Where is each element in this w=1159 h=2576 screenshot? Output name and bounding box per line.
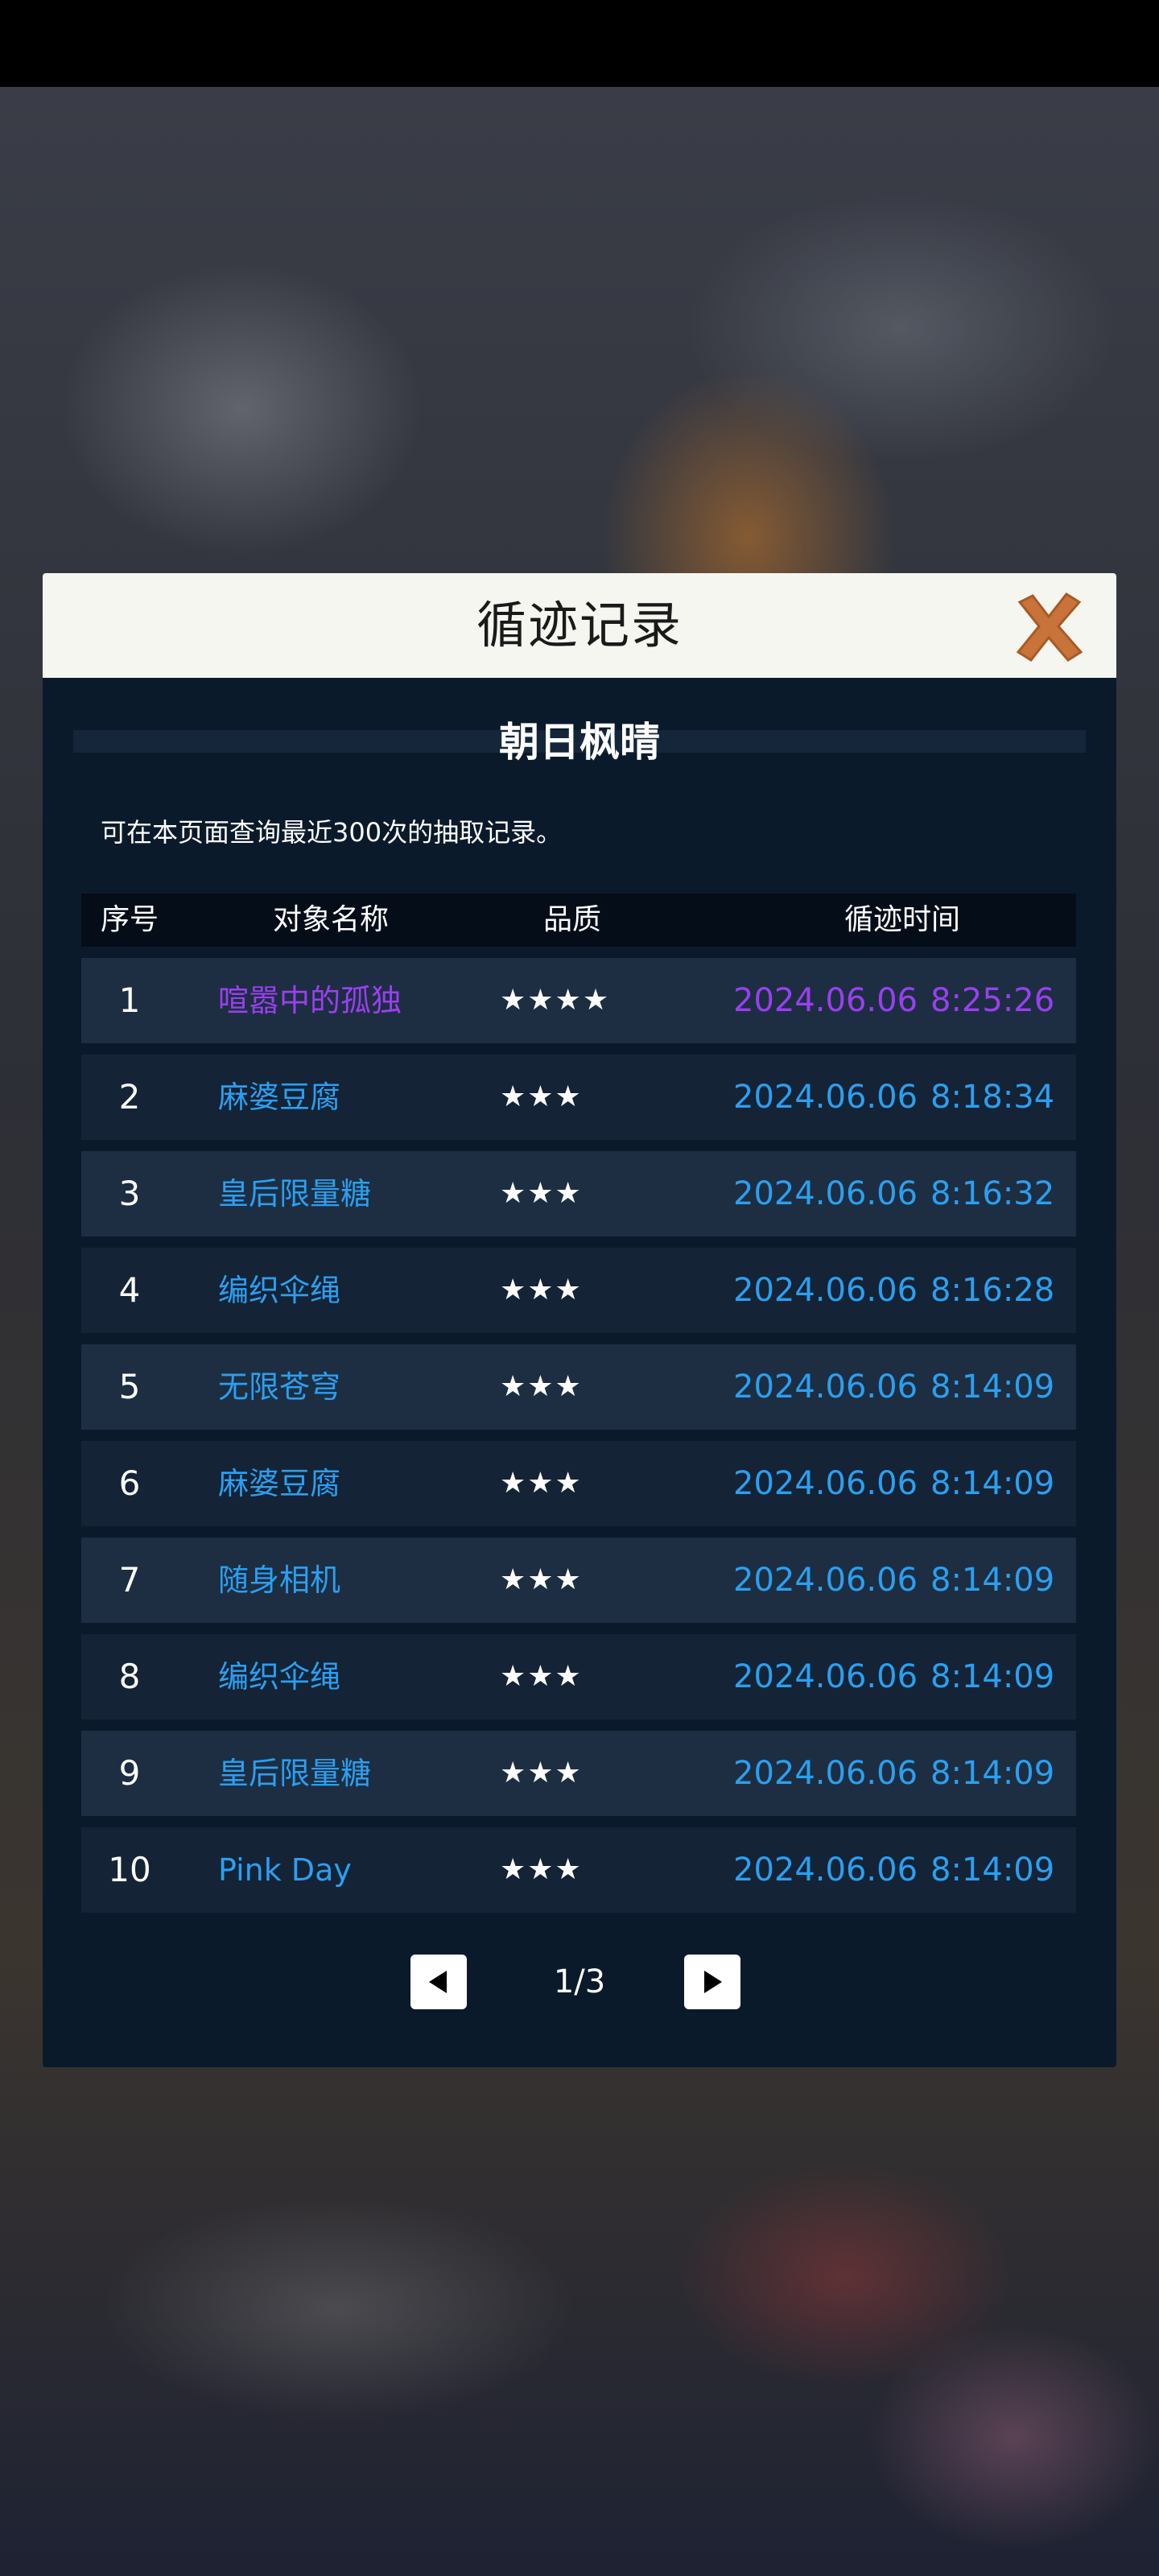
triangle-right-icon xyxy=(704,1971,722,1993)
page-indicator: 1/3 xyxy=(553,1963,606,2000)
next-page-button[interactable] xyxy=(684,1955,740,2009)
row-index: 4 xyxy=(118,1270,141,1310)
row-index: 1 xyxy=(118,980,141,1020)
quality-stars: ★★★ xyxy=(500,1660,583,1693)
draw-date: 2024.06.06 xyxy=(733,1755,918,1792)
draw-time: 8:14:09 xyxy=(930,1465,1055,1502)
draw-date: 2024.06.06 xyxy=(733,1658,918,1695)
item-name: Pink Day xyxy=(218,1852,352,1888)
quality-stars: ★★★ xyxy=(500,1080,583,1113)
quality-stars: ★★★ xyxy=(500,1757,583,1790)
draw-time: 8:18:34 xyxy=(930,1079,1055,1116)
table-header: 序号 对象名称 品质 循迹时间 xyxy=(81,894,1076,947)
history-notice: 可在本页面查询最近300次的抽取记录。 xyxy=(101,817,563,848)
draw-time: 8:14:09 xyxy=(930,1755,1055,1792)
quality-stars: ★★★ xyxy=(500,1370,583,1403)
draw-history-dialog: 循迹记录 朝日枫晴 可在本页面查询最近300次的抽取记录。 序号 对象名称 品质… xyxy=(43,573,1116,2067)
draw-time: 8:14:09 xyxy=(930,1658,1055,1695)
draw-time: 8:14:09 xyxy=(930,1852,1055,1889)
draw-date: 2024.06.06 xyxy=(733,1465,918,1502)
header-index: 序号 xyxy=(100,903,159,936)
header-quality: 品质 xyxy=(542,903,601,936)
character-name: 朝日枫晴 xyxy=(499,719,660,766)
item-name: 无限苍穹 xyxy=(218,1369,341,1405)
draw-date: 2024.06.06 xyxy=(733,1852,918,1889)
draw-time: 8:16:28 xyxy=(930,1272,1055,1309)
draw-date: 2024.06.06 xyxy=(733,1368,918,1406)
quality-stars: ★★★ xyxy=(500,1467,583,1500)
draw-date: 2024.06.06 xyxy=(733,1175,918,1212)
row-index: 8 xyxy=(118,1657,141,1696)
status-bar xyxy=(0,0,1159,87)
draw-date: 2024.06.06 xyxy=(733,982,918,1019)
table-row: 8 编织伞绳 ★★★ 2024.06.06 8:14:09 xyxy=(81,1634,1076,1719)
table-row: 5 无限苍穹 ★★★ 2024.06.06 8:14:09 xyxy=(81,1344,1076,1430)
table-row: 3 皇后限量糖 ★★★ 2024.06.06 8:16:32 xyxy=(81,1151,1076,1236)
dialog-title: 循迹记录 xyxy=(476,596,683,654)
quality-stars: ★★★ xyxy=(500,1563,583,1596)
item-name: 皇后限量糖 xyxy=(218,1176,372,1212)
row-index: 6 xyxy=(118,1463,141,1503)
item-name: 编织伞绳 xyxy=(218,1273,341,1308)
draw-date: 2024.06.06 xyxy=(733,1562,918,1599)
item-name: 随身相机 xyxy=(218,1563,341,1598)
draw-date: 2024.06.06 xyxy=(733,1079,918,1116)
draw-time: 8:14:09 xyxy=(930,1368,1055,1406)
table-row: 6 麻婆豆腐 ★★★ 2024.06.06 8:14:09 xyxy=(81,1441,1076,1526)
quality-stars: ★★★ xyxy=(500,1274,583,1307)
row-index: 2 xyxy=(118,1077,141,1117)
draw-time: 8:14:09 xyxy=(930,1562,1055,1599)
item-name: 麻婆豆腐 xyxy=(218,1466,341,1501)
row-index: 10 xyxy=(108,1850,151,1889)
item-name: 喧嚣中的孤独 xyxy=(218,983,402,1018)
draw-time: 8:16:32 xyxy=(930,1175,1055,1212)
header-name: 对象名称 xyxy=(272,903,389,936)
prev-page-button[interactable] xyxy=(410,1955,467,2009)
table-row: 1 喧嚣中的孤独 ★★★★ 2024.06.06 8:25:26 xyxy=(81,958,1076,1043)
triangle-left-icon xyxy=(429,1971,447,1993)
item-name: 麻婆豆腐 xyxy=(218,1080,341,1115)
header-time: 循迹时间 xyxy=(843,903,960,936)
item-name: 编织伞绳 xyxy=(218,1659,341,1695)
table-row: 9 皇后限量糖 ★★★ 2024.06.06 8:14:09 xyxy=(81,1731,1076,1816)
row-index: 3 xyxy=(118,1174,141,1213)
item-name: 皇后限量糖 xyxy=(218,1756,372,1791)
close-icon xyxy=(1016,592,1083,662)
table-row: 10 Pink Day ★★★ 2024.06.06 8:14:09 xyxy=(81,1827,1076,1913)
row-index: 5 xyxy=(118,1367,141,1406)
draw-date: 2024.06.06 xyxy=(733,1272,918,1309)
row-index: 9 xyxy=(118,1753,141,1793)
table-row: 2 麻婆豆腐 ★★★ 2024.06.06 8:18:34 xyxy=(81,1055,1076,1140)
quality-stars: ★★★ xyxy=(500,1853,583,1886)
close-button[interactable] xyxy=(1010,588,1087,665)
draw-time: 8:25:26 xyxy=(930,982,1055,1019)
table-row: 4 编织伞绳 ★★★ 2024.06.06 8:16:28 xyxy=(81,1248,1076,1333)
table-row: 7 随身相机 ★★★ 2024.06.06 8:14:09 xyxy=(81,1538,1076,1623)
dialog-header: 循迹记录 xyxy=(43,573,1116,678)
quality-stars: ★★★★ xyxy=(500,984,611,1017)
row-index: 7 xyxy=(118,1560,141,1600)
quality-stars: ★★★ xyxy=(500,1177,583,1210)
